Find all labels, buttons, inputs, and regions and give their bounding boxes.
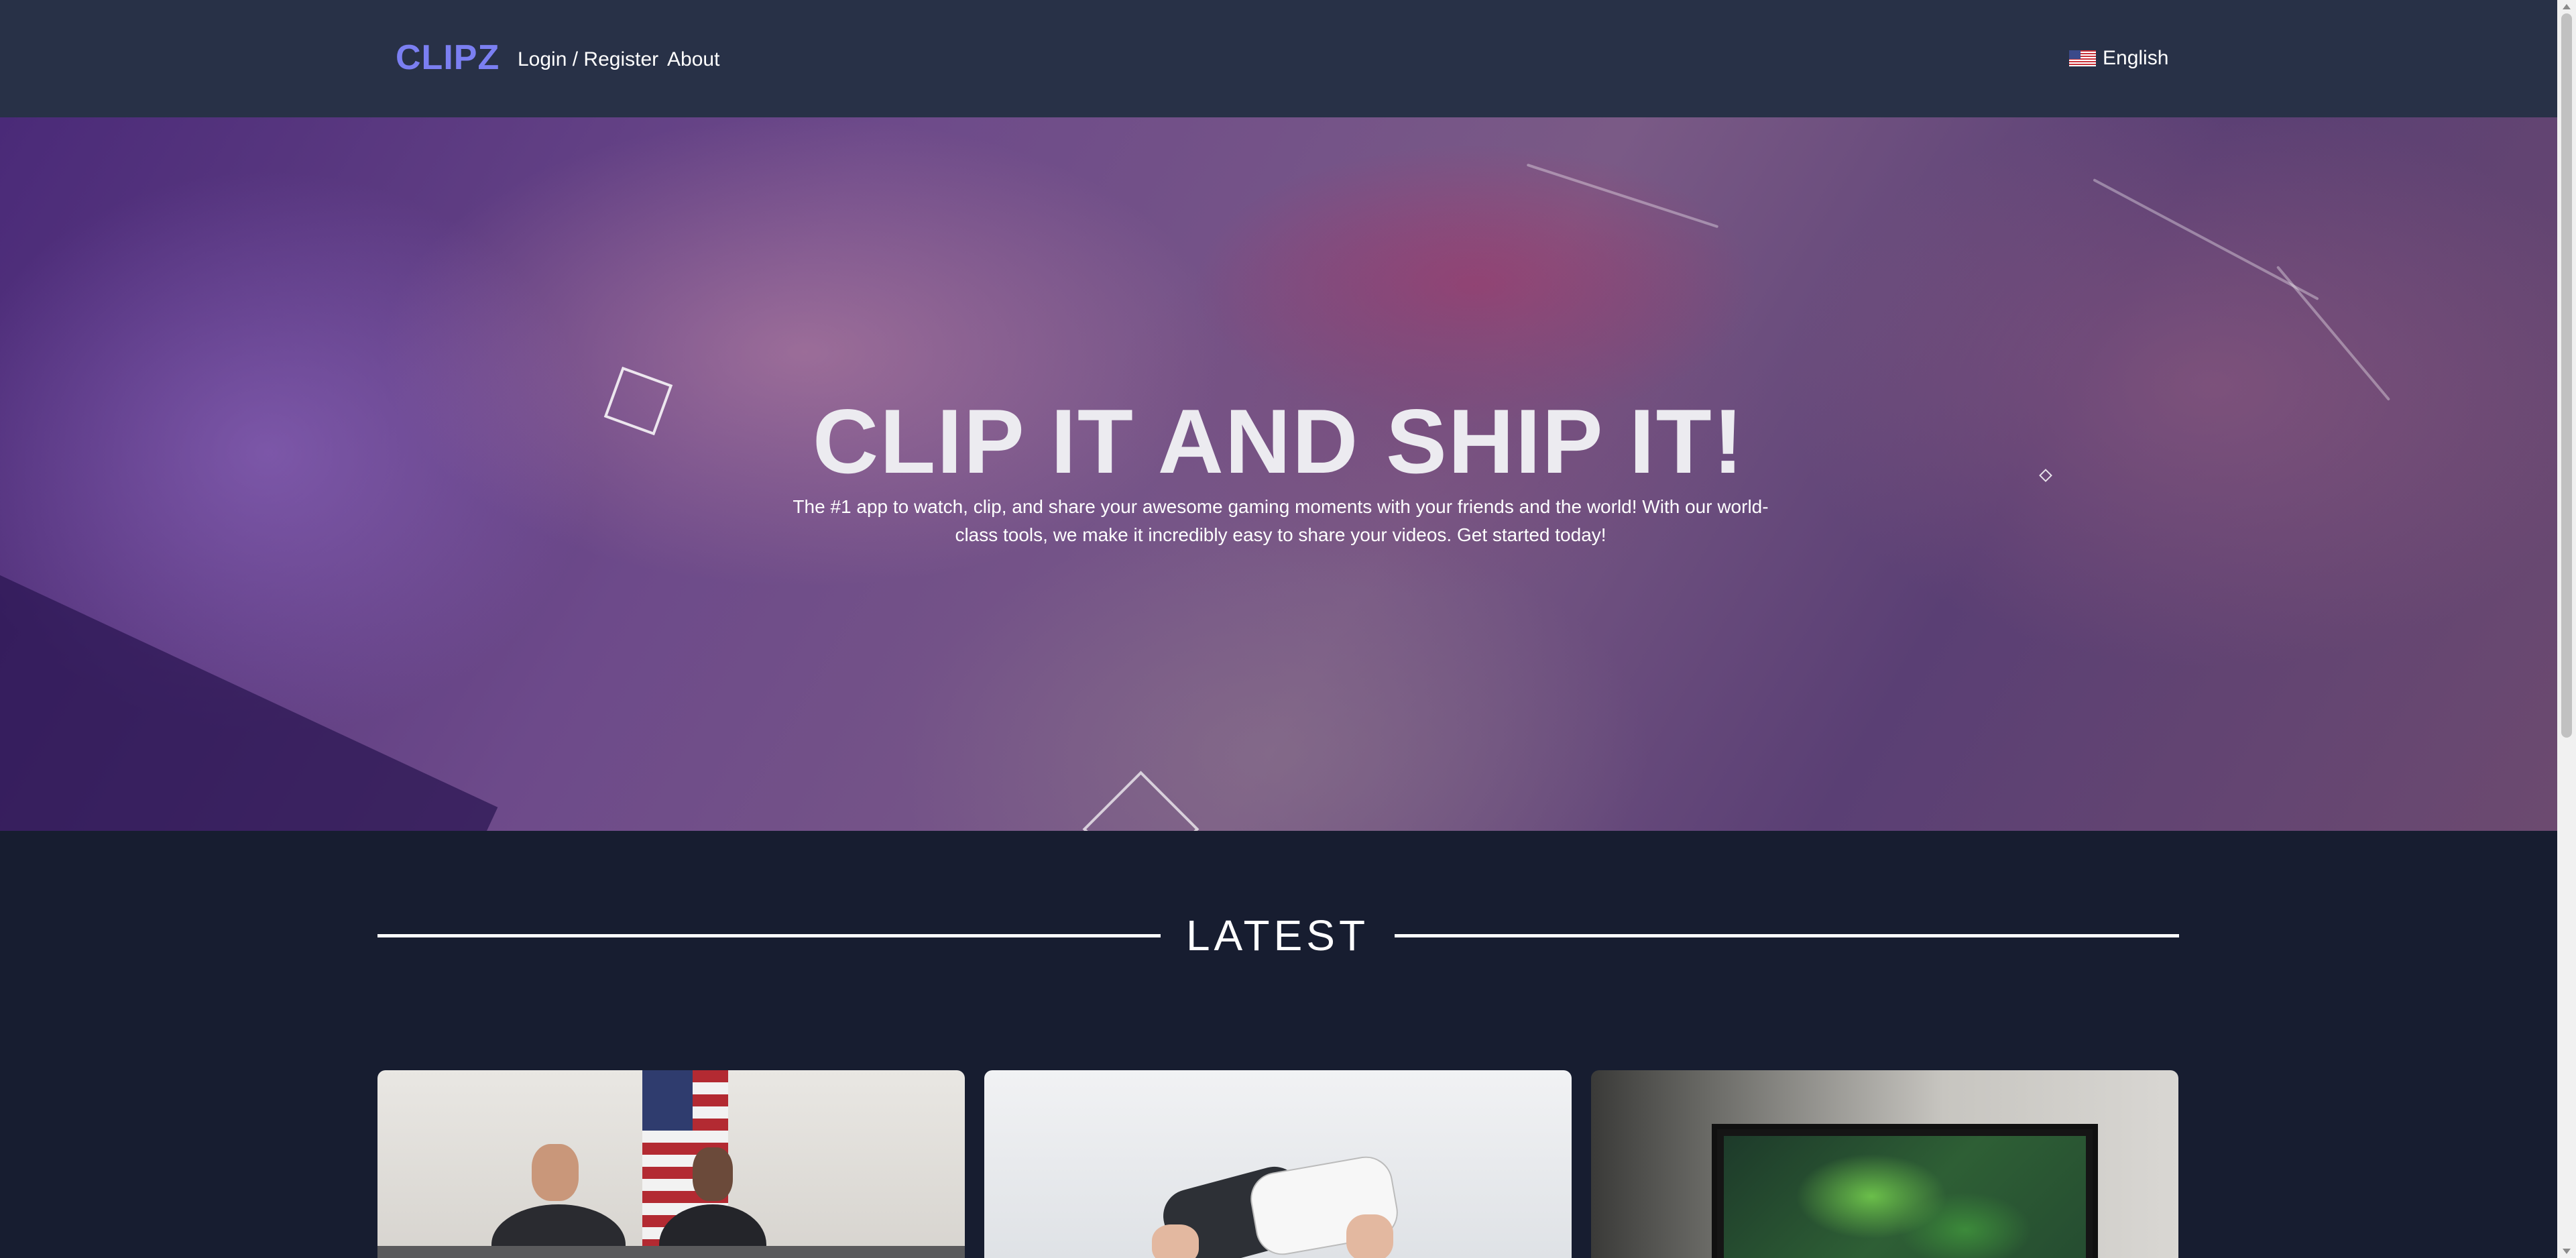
hero-light-streak — [1526, 163, 1719, 229]
language-label: English — [2103, 47, 2169, 69]
scrollbar-thumb[interactable] — [2561, 13, 2572, 738]
divider-line-left — [377, 934, 1161, 937]
page-scrollbar[interactable] — [2557, 0, 2576, 1258]
hero-title: CLIP IT AND SHIP IT! — [812, 390, 1745, 492]
tv-image — [1712, 1124, 2098, 1258]
latest-heading: LATEST — [1185, 911, 1370, 960]
flag-canton-image — [642, 1070, 693, 1131]
tv-screen-image — [1724, 1136, 2086, 1258]
thumbnail-hand — [1152, 1224, 1199, 1258]
divider-line-right — [1395, 934, 2179, 937]
clip-card[interactable] — [984, 1070, 1572, 1258]
scroll-up-arrow-icon[interactable] — [2563, 4, 2571, 9]
clip-card[interactable] — [377, 1070, 965, 1258]
scroll-down-arrow-icon[interactable] — [2563, 1249, 2571, 1254]
hero-subtitle: The #1 app to watch, clip, and share you… — [793, 496, 1769, 545]
hero-light-streak — [2093, 178, 2319, 300]
thumbnail-person-head — [532, 1144, 579, 1201]
thumbnail-sofa — [377, 1246, 965, 1258]
us-flag-icon — [2069, 50, 2096, 66]
diamond-decoration — [1082, 770, 1199, 831]
language-selector[interactable]: English — [2069, 47, 2168, 70]
hero-light-streak — [2276, 266, 2391, 401]
thumbnail-person-head — [693, 1147, 733, 1201]
clip-card[interactable] — [1591, 1070, 2178, 1258]
logo[interactable]: CLIPZ — [396, 38, 500, 78]
login-register-link[interactable]: Login / Register — [518, 48, 658, 71]
navbar: CLIPZ Login / Register About English — [0, 0, 2557, 117]
hero-background-shade — [0, 552, 498, 831]
thumbnail-hand — [1346, 1214, 1393, 1258]
about-link[interactable]: About — [667, 48, 719, 71]
